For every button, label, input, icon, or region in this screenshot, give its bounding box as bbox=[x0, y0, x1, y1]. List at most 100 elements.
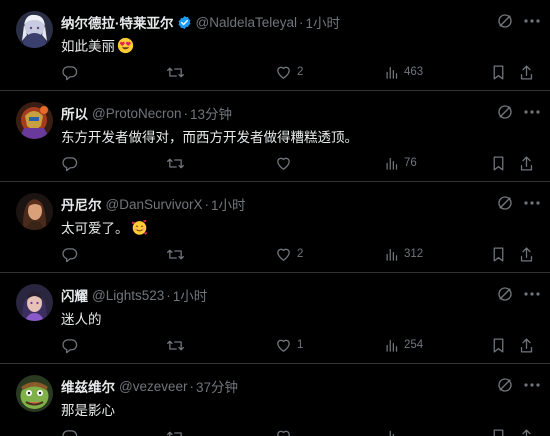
retweet-icon bbox=[167, 431, 182, 436]
avatar-character-purple-icon bbox=[16, 284, 53, 321]
tweet-text: 东方开发者做得对，而西方开发者做得糟糕透顶。 bbox=[61, 126, 358, 146]
avatar[interactable] bbox=[16, 11, 53, 48]
avatar[interactable] bbox=[16, 102, 53, 139]
author-handle[interactable]: @Lights523 bbox=[92, 288, 164, 303]
heart-icon bbox=[277, 339, 290, 352]
verified-badge-icon bbox=[177, 15, 192, 30]
timestamp[interactable]: 1小时 bbox=[173, 285, 208, 305]
bookmark-button[interactable] bbox=[491, 153, 506, 173]
bookmark-button[interactable] bbox=[491, 426, 506, 436]
author-handle[interactable]: @vezeveer bbox=[119, 379, 187, 394]
reply-button[interactable] bbox=[61, 62, 83, 82]
grok-icon[interactable] bbox=[496, 103, 514, 121]
heart-icon bbox=[277, 248, 290, 261]
avatar-silver-hair-icon bbox=[16, 11, 53, 48]
more-options-icon[interactable] bbox=[522, 376, 542, 394]
author-name[interactable]: 丹尼尔 bbox=[61, 194, 102, 214]
action-bar bbox=[0, 426, 550, 436]
views-button[interactable]: 76 bbox=[384, 153, 417, 173]
tweet-text: 太可爱了。 bbox=[61, 217, 148, 239]
grok-icon[interactable] bbox=[496, 12, 514, 30]
author-name[interactable]: 闪耀 bbox=[61, 285, 88, 305]
more-options-icon[interactable] bbox=[522, 194, 542, 212]
reply-tweet[interactable]: 纳尔德拉·特莱亚尔 @NaldelaTeleyal · 1小时 如此美丽 2 4… bbox=[0, 0, 550, 91]
reply-icon bbox=[62, 65, 78, 80]
reply-button[interactable] bbox=[61, 426, 78, 436]
grok-icon[interactable] bbox=[496, 194, 514, 212]
action-bar: 76 bbox=[0, 153, 550, 173]
avatar[interactable] bbox=[16, 193, 53, 230]
analytics-icon bbox=[386, 66, 398, 79]
like-count: 2 bbox=[297, 248, 304, 260]
reply-button[interactable] bbox=[61, 153, 83, 173]
like-count: 1 bbox=[297, 339, 304, 351]
like-button[interactable]: 2 bbox=[275, 244, 303, 264]
views-button[interactable]: 463 bbox=[384, 62, 423, 82]
bookmark-icon bbox=[493, 155, 504, 171]
heart-icon bbox=[277, 66, 290, 79]
reply-button[interactable] bbox=[61, 335, 83, 355]
reply-button[interactable] bbox=[61, 244, 83, 264]
author-name[interactable]: 纳尔德拉·特莱亚尔 bbox=[61, 12, 174, 32]
analytics-icon bbox=[386, 157, 398, 170]
tweet-text-content: 那是影心 bbox=[61, 403, 115, 418]
like-button[interactable]: 2 bbox=[275, 62, 303, 82]
reply-tweet[interactable]: 所以 @ProtoNecron · 13分钟 东方开发者做得对，而西方开发者做得… bbox=[0, 91, 550, 182]
views-button[interactable]: 312 bbox=[384, 244, 423, 264]
retweet-button[interactable] bbox=[166, 153, 190, 173]
share-button[interactable] bbox=[519, 335, 534, 355]
timestamp[interactable]: 37分钟 bbox=[196, 376, 238, 396]
retweet-icon bbox=[167, 67, 184, 77]
avatar-armored-robot-icon bbox=[16, 102, 53, 139]
retweet-button[interactable] bbox=[166, 335, 190, 355]
grok-icon[interactable] bbox=[496, 285, 514, 303]
reply-icon bbox=[62, 429, 78, 436]
share-button[interactable] bbox=[519, 426, 534, 436]
bookmark-button[interactable] bbox=[491, 335, 506, 355]
tweet-header: 纳尔德拉·特莱亚尔 @NaldelaTeleyal · 1小时 bbox=[61, 12, 340, 32]
avatar[interactable] bbox=[16, 375, 53, 412]
author-name[interactable]: 维兹维尔 bbox=[61, 376, 115, 396]
reply-tweet[interactable]: 丹尼尔 @DanSurvivorX · 1小时 太可爱了。 2 312 bbox=[0, 182, 550, 273]
timestamp[interactable]: 1小时 bbox=[306, 12, 341, 32]
views-button[interactable]: 254 bbox=[384, 335, 423, 355]
bookmark-icon bbox=[493, 246, 504, 262]
more-options-icon[interactable] bbox=[522, 12, 542, 30]
bookmark-button[interactable] bbox=[491, 244, 506, 264]
share-button[interactable] bbox=[519, 244, 534, 264]
retweet-icon bbox=[167, 249, 184, 259]
tweet-text-content: 太可爱了。 bbox=[61, 221, 129, 236]
avatar[interactable] bbox=[16, 284, 53, 321]
author-handle[interactable]: @DanSurvivorX bbox=[106, 197, 203, 212]
reply-tweet[interactable]: 维兹维尔 @vezeveer · 37分钟 那是影心 bbox=[0, 364, 550, 436]
more-options-icon[interactable] bbox=[522, 103, 542, 121]
like-button[interactable] bbox=[275, 426, 292, 436]
like-button[interactable]: 1 bbox=[275, 335, 303, 355]
author-handle[interactable]: @ProtoNecron bbox=[92, 106, 182, 121]
share-button[interactable] bbox=[519, 62, 534, 82]
reply-icon bbox=[62, 338, 78, 353]
separator-dot: · bbox=[204, 196, 210, 212]
analytics-icon bbox=[386, 430, 394, 436]
retweet-button[interactable] bbox=[166, 62, 190, 82]
views-button[interactable] bbox=[384, 426, 399, 436]
tweet-text-content: 如此美丽 bbox=[61, 39, 115, 54]
smiling-hearts-emoji-icon bbox=[131, 219, 148, 239]
retweet-button[interactable] bbox=[166, 244, 190, 264]
share-button[interactable] bbox=[519, 153, 534, 173]
retweet-icon bbox=[167, 340, 184, 350]
reply-tweet[interactable]: 闪耀 @Lights523 · 1小时 迷人的 1 254 bbox=[0, 273, 550, 364]
grok-icon[interactable] bbox=[496, 376, 514, 394]
heart-icon bbox=[277, 157, 290, 170]
tweet-text: 如此美丽 bbox=[61, 35, 134, 57]
author-handle[interactable]: @NaldelaTeleyal bbox=[196, 15, 298, 30]
more-options-icon[interactable] bbox=[522, 285, 542, 303]
heart-icon bbox=[277, 430, 290, 436]
like-button[interactable] bbox=[275, 153, 297, 173]
retweet-button[interactable] bbox=[166, 426, 185, 436]
reply-feed: 纳尔德拉·特莱亚尔 @NaldelaTeleyal · 1小时 如此美丽 2 4… bbox=[0, 0, 550, 436]
timestamp[interactable]: 13分钟 bbox=[190, 103, 232, 123]
bookmark-button[interactable] bbox=[491, 62, 506, 82]
author-name[interactable]: 所以 bbox=[61, 103, 88, 123]
timestamp[interactable]: 1小时 bbox=[211, 194, 246, 214]
